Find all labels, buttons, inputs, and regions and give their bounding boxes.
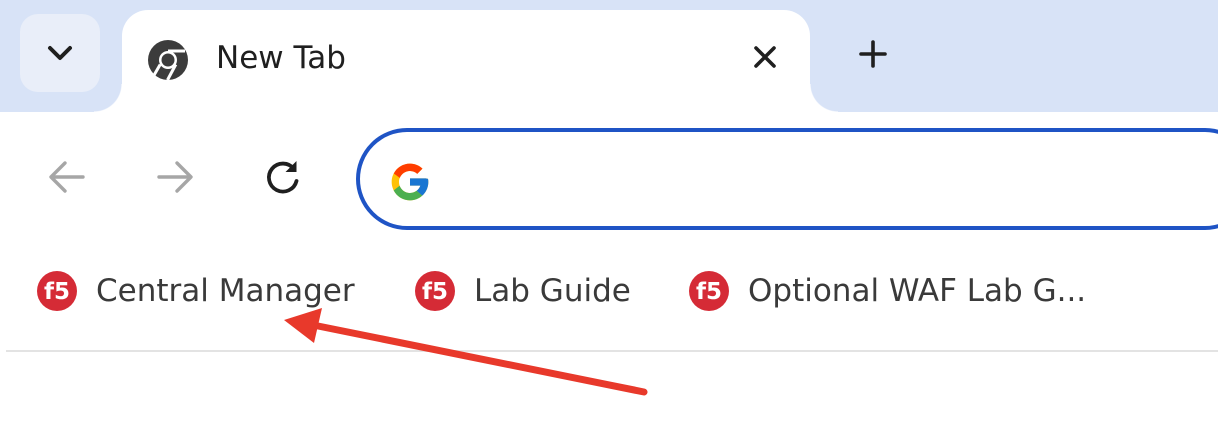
bookmark-lab-guide[interactable]: f5 Lab Guide	[414, 266, 631, 316]
google-g-icon	[391, 163, 429, 201]
f5-logo-icon: f5	[37, 271, 77, 311]
bookmark-label: Lab Guide	[474, 273, 631, 309]
arrow-left-icon	[49, 161, 85, 193]
plus-icon	[859, 40, 887, 68]
toolbar	[0, 112, 1218, 236]
bookmark-label: Central Manager	[96, 273, 355, 309]
toolbar-divider	[6, 350, 1218, 352]
omnibox-input[interactable]	[450, 152, 1214, 210]
arrow-right-icon	[157, 161, 193, 193]
address-bar[interactable]	[356, 128, 1218, 230]
forward-button[interactable]	[150, 152, 200, 202]
svg-text:f5: f5	[696, 279, 722, 305]
bookmark-central-manager[interactable]: f5 Central Manager	[36, 266, 355, 316]
f5-logo-icon: f5	[415, 271, 455, 311]
close-tab-button[interactable]	[742, 34, 788, 80]
reload-icon	[267, 161, 299, 194]
svg-text:f5: f5	[44, 279, 70, 305]
tab-title: New Tab	[216, 40, 346, 76]
tab-search-button[interactable]	[20, 14, 100, 92]
chevron-down-icon	[48, 46, 72, 60]
bookmark-optional-waf-lab-guide[interactable]: f5 Optional WAF Lab G...	[688, 266, 1086, 316]
reload-button[interactable]	[258, 152, 308, 202]
tab-strip: New Tab	[0, 0, 1218, 112]
chrome-icon	[148, 40, 188, 81]
close-icon	[754, 46, 776, 68]
f5-logo-icon: f5	[689, 271, 729, 311]
svg-text:f5: f5	[422, 279, 448, 305]
back-button[interactable]	[42, 152, 92, 202]
tab-new-tab[interactable]: New Tab	[94, 10, 838, 112]
new-tab-button[interactable]	[845, 26, 901, 82]
bookmarks-bar: f5 Central Manager f5 Lab Guide f5 Optio…	[0, 236, 1218, 350]
bookmark-label: Optional WAF Lab G...	[748, 273, 1087, 309]
